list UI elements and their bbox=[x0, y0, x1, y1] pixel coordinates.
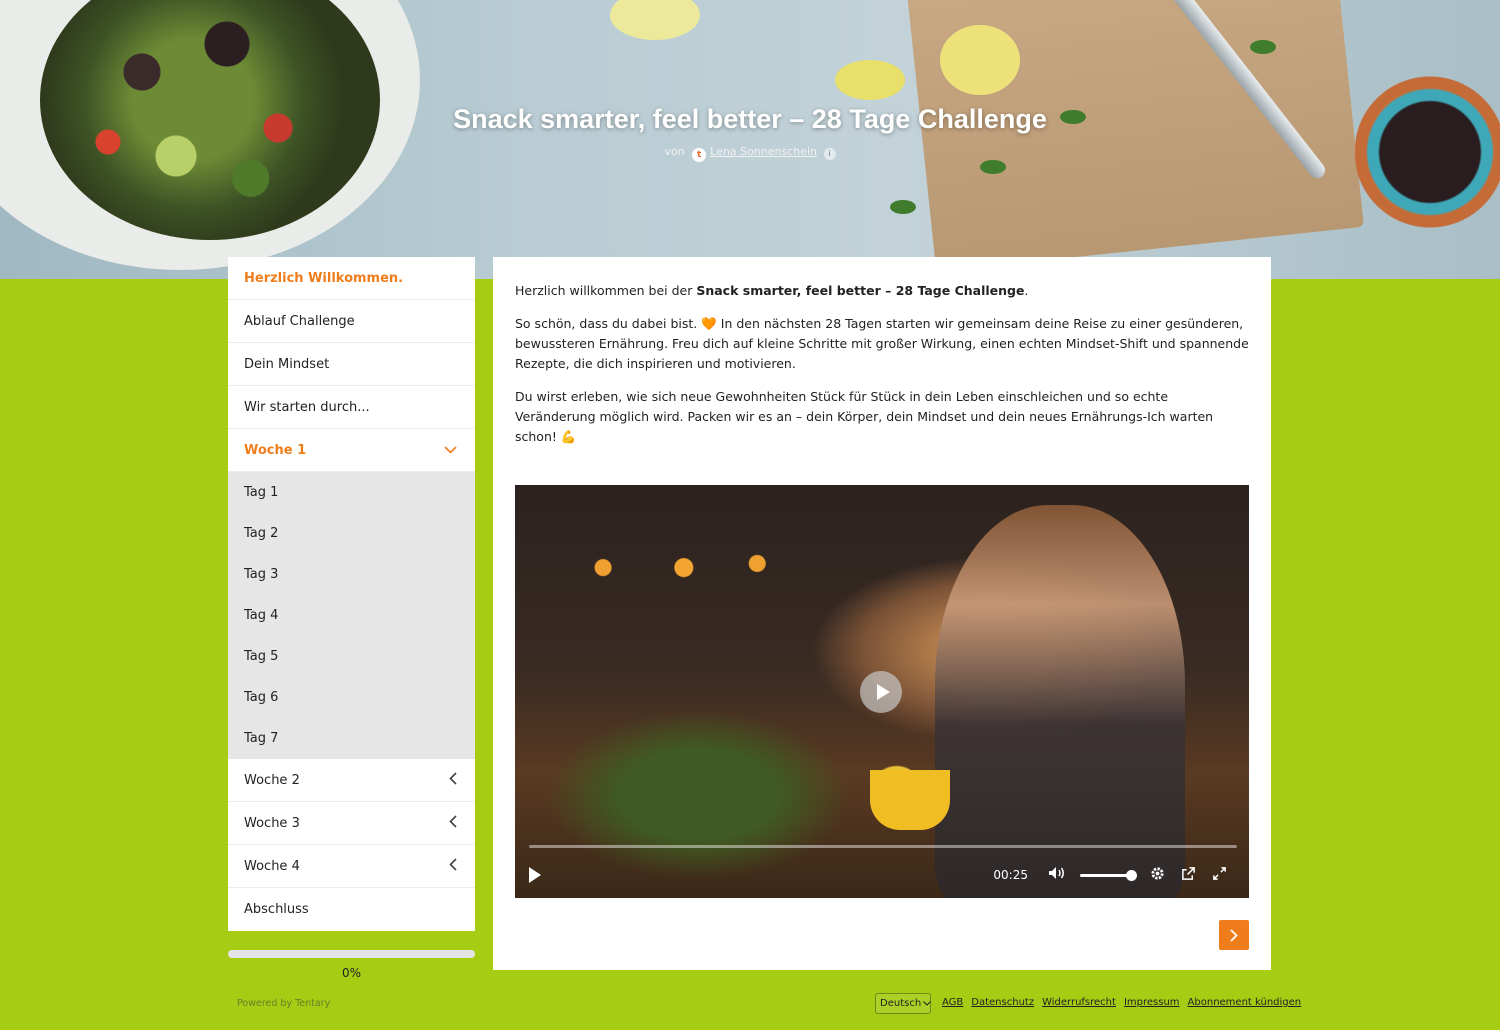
footer-link-cancel-subscription[interactable]: Abonnement kündigen bbox=[1188, 997, 1302, 1008]
play-icon[interactable] bbox=[529, 867, 541, 883]
course-progress-bar bbox=[228, 950, 475, 958]
author-avatar-icon: t bbox=[692, 148, 707, 162]
footer-link-withdrawal[interactable]: Widerrufsrecht bbox=[1042, 997, 1116, 1008]
chevron-right-icon bbox=[1230, 928, 1238, 942]
course-title: Snack smarter, feel better – 28 Tage Cha… bbox=[453, 104, 1047, 134]
sidebar-item-day-4[interactable]: Tag 4 bbox=[228, 595, 475, 636]
sidebar-item-label: Woche 3 bbox=[244, 815, 300, 831]
week-1-day-list: Tag 1 Tag 2 Tag 3 Tag 4 Tag 5 Tag 6 Tag … bbox=[228, 472, 475, 759]
sidebar-item-day-7[interactable]: Tag 7 bbox=[228, 718, 475, 759]
footer-links: AGB Datenschutz Widerrufsrecht Impressum… bbox=[942, 997, 1301, 1008]
info-icon[interactable]: i bbox=[823, 148, 836, 160]
hero-lemon-image bbox=[610, 0, 700, 40]
author-link[interactable]: Lena Sonnenschein bbox=[710, 145, 817, 158]
next-lesson-button[interactable] bbox=[1219, 920, 1249, 950]
hero-lemon-image bbox=[835, 60, 905, 100]
text-span: Herzlich willkommen bei der bbox=[515, 283, 697, 298]
day-label: Tag 3 bbox=[244, 567, 279, 582]
sidebar-item-label: Woche 2 bbox=[244, 772, 300, 788]
video-controls: 00:25 bbox=[515, 852, 1249, 898]
sidebar-item-week-4[interactable]: Woche 4 bbox=[228, 845, 475, 888]
sidebar-item-day-3[interactable]: Tag 3 bbox=[228, 554, 475, 595]
external-link-icon[interactable] bbox=[1181, 866, 1196, 885]
lesson-card: Herzlich willkommen bei der Snack smarte… bbox=[493, 257, 1271, 970]
hero-herb bbox=[1250, 40, 1276, 54]
sidebar-item-mindset[interactable]: Dein Mindset bbox=[228, 343, 475, 386]
volume-icon[interactable] bbox=[1048, 866, 1066, 884]
course-sidebar: Herzlich Willkommen. Ablauf Challenge De… bbox=[228, 257, 475, 931]
sidebar-item-closing[interactable]: Abschluss bbox=[228, 888, 475, 931]
day-label: Tag 2 bbox=[244, 526, 279, 541]
lesson-paragraph: So schön, dass du dabei bist. 🧡 In den n… bbox=[515, 316, 1249, 371]
video-thumbnail-person bbox=[935, 505, 1185, 898]
day-label: Tag 1 bbox=[244, 485, 279, 500]
sidebar-item-label: Abschluss bbox=[244, 902, 309, 917]
language-value: Deutsch bbox=[880, 998, 922, 1009]
video-thumbnail-cup bbox=[870, 770, 950, 830]
sidebar-item-week-1[interactable]: Woche 1 bbox=[228, 429, 475, 472]
chevron-left-icon bbox=[449, 814, 457, 832]
volume-slider[interactable] bbox=[1080, 869, 1137, 881]
bold-title: Snack smarter, feel better – 28 Tage Cha… bbox=[696, 283, 1025, 298]
footer-link-privacy[interactable]: Datenschutz bbox=[971, 997, 1034, 1008]
chevron-down-icon bbox=[444, 442, 457, 458]
powered-by[interactable]: Powered by Tentary bbox=[237, 998, 330, 1009]
fullscreen-icon[interactable] bbox=[1212, 866, 1227, 885]
video-time: 00:25 bbox=[993, 868, 1028, 882]
sidebar-item-label: Herzlich Willkommen. bbox=[244, 270, 404, 286]
volume-knob[interactable] bbox=[1126, 869, 1137, 881]
day-label: Tag 7 bbox=[244, 731, 279, 746]
chevron-left-icon bbox=[449, 771, 457, 789]
sidebar-item-week-3[interactable]: Woche 3 bbox=[228, 802, 475, 845]
sidebar-item-week-2[interactable]: Woche 2 bbox=[228, 759, 475, 802]
lesson-paragraph: Du wirst erleben, wie sich neue Gewohnhe… bbox=[515, 389, 1214, 444]
day-label: Tag 6 bbox=[244, 690, 279, 705]
hero-herb bbox=[890, 200, 916, 214]
hero-banner: Snack smarter, feel better – 28 Tage Cha… bbox=[0, 0, 1500, 279]
course-byline: von t Lena Sonnenschein i bbox=[0, 145, 1500, 162]
sidebar-item-ablauf[interactable]: Ablauf Challenge bbox=[228, 300, 475, 343]
sidebar-item-label: Woche 4 bbox=[244, 858, 300, 874]
text-span: . bbox=[1024, 283, 1029, 298]
video-player[interactable]: 00:25 bbox=[515, 485, 1249, 898]
sidebar-item-day-5[interactable]: Tag 5 bbox=[228, 636, 475, 677]
day-label: Tag 4 bbox=[244, 608, 279, 623]
lesson-paragraph: Herzlich willkommen bei der Snack smarte… bbox=[515, 281, 1249, 301]
sidebar-item-day-2[interactable]: Tag 2 bbox=[228, 513, 475, 554]
sidebar-item-day-6[interactable]: Tag 6 bbox=[228, 677, 475, 718]
hero-lemon-image bbox=[940, 25, 1020, 95]
settings-icon[interactable] bbox=[1150, 866, 1165, 885]
video-seek-bar[interactable] bbox=[529, 845, 1237, 848]
chevron-down-icon bbox=[923, 999, 932, 1009]
day-label: Tag 5 bbox=[244, 649, 279, 664]
hero-herb bbox=[980, 160, 1006, 174]
sidebar-item-label: Woche 1 bbox=[244, 442, 307, 458]
course-progress-label: 0% bbox=[341, 966, 362, 980]
by-label: von bbox=[664, 145, 685, 158]
footer-link-imprint[interactable]: Impressum bbox=[1124, 997, 1180, 1008]
sidebar-item-welcome[interactable]: Herzlich Willkommen. bbox=[228, 257, 475, 300]
sidebar-item-day-1[interactable]: Tag 1 bbox=[228, 472, 475, 513]
sidebar-item-label: Ablauf Challenge bbox=[244, 313, 355, 329]
sidebar-item-label: Wir starten durch... bbox=[244, 399, 370, 415]
language-select[interactable]: Deutsch bbox=[875, 993, 932, 1014]
sidebar-item-start[interactable]: Wir starten durch... bbox=[228, 386, 475, 429]
lesson-text: Herzlich willkommen bei der Snack smarte… bbox=[515, 281, 1249, 460]
play-overlay-button[interactable] bbox=[860, 671, 902, 713]
footer-link-agb[interactable]: AGB bbox=[942, 997, 963, 1008]
chevron-left-icon bbox=[449, 857, 457, 875]
sidebar-item-label: Dein Mindset bbox=[244, 356, 330, 372]
